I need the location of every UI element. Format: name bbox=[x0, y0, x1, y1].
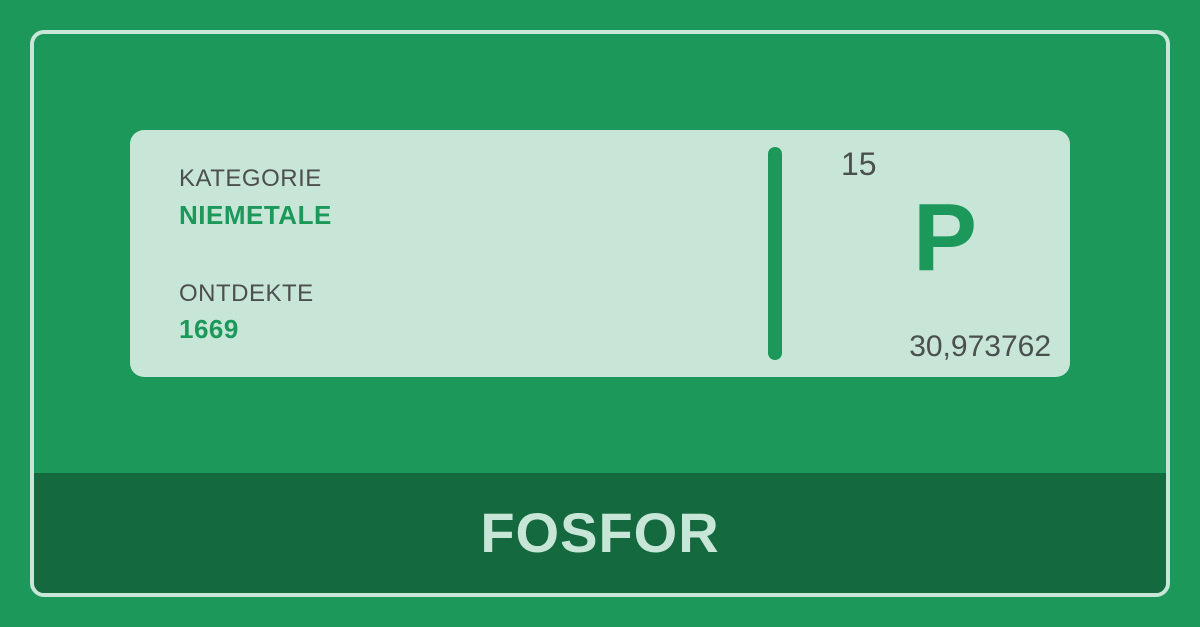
discovered-value: 1669 bbox=[179, 314, 239, 344]
element-symbol: P bbox=[912, 184, 978, 291]
footer-band: FOSFOR bbox=[34, 473, 1166, 593]
divider-bar bbox=[768, 147, 782, 360]
atomic-mass: 30,973762 bbox=[909, 330, 1051, 363]
discovered-label: ONTDEKTE bbox=[179, 280, 314, 307]
element-frame: KATEGORIE NIEMETALE ONTDEKTE 1669 15 P 3… bbox=[30, 30, 1170, 597]
category-label: KATEGORIE bbox=[179, 165, 322, 192]
element-name: FOSFOR bbox=[480, 501, 720, 564]
category-value: NIEMETALE bbox=[179, 200, 332, 230]
element-card: KATEGORIE NIEMETALE ONTDEKTE 1669 15 P 3… bbox=[130, 130, 1070, 377]
atomic-number: 15 bbox=[841, 146, 877, 182]
